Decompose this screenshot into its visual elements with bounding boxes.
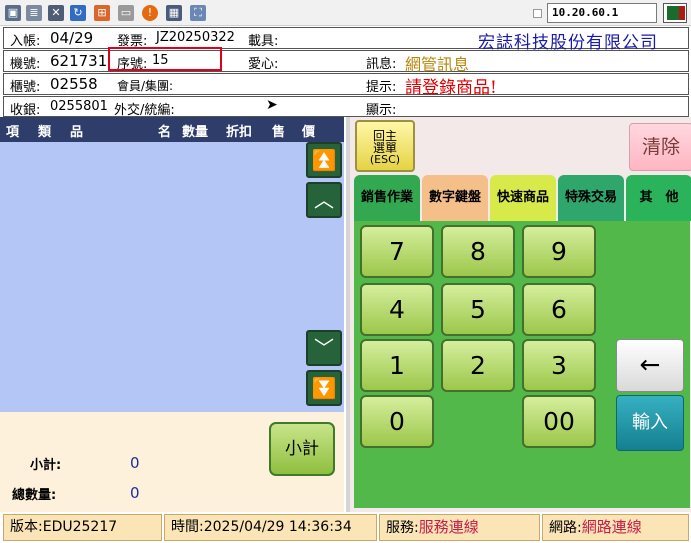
subtotal-button[interactable]: 小計 — [269, 422, 335, 476]
info-row-2: 機號: 621731 序號: 15 愛心: 訊息: 網管訊息 — [3, 50, 689, 74]
down-arrow-icon: ﹀ — [314, 336, 334, 360]
header-discount: 折扣 — [226, 125, 253, 140]
item-list-header: 項 類 品 名 數量 折扣 售 價 — [0, 117, 344, 142]
refresh-icon[interactable]: ↻ — [70, 5, 86, 21]
flag-icon — [663, 3, 687, 23]
scroll-up-button[interactable]: ︿ — [306, 182, 342, 218]
service-value: 服務連線 — [418, 518, 479, 536]
enter-button[interactable]: 輸入 — [616, 395, 684, 451]
ip-address-field[interactable]: 10.20.60.1 — [547, 3, 657, 23]
total-quantity-value: 0 — [130, 484, 140, 502]
entry-value: 04/29 — [50, 29, 94, 47]
header-price-2: 價 — [302, 125, 316, 140]
cashier-label: 收銀: — [10, 103, 41, 118]
window-icon[interactable]: ▣ — [5, 5, 21, 21]
hint-value: 請登錄商品! — [405, 78, 497, 98]
subtotal-value: 0 — [130, 454, 140, 472]
key-0[interactable]: 0 — [360, 395, 434, 448]
doc-icon[interactable]: ≣ — [26, 5, 42, 21]
invoice-value: JZ20250322 — [156, 30, 235, 45]
function-panel: 回主 選單 (ESC) 清除 銷售作業 數字鍵盤 快速商品 特殊交易 其 他 7… — [346, 117, 691, 512]
info-row-3: 櫃號: 02558 會員/集團: 提示: 請登錄商品! — [3, 73, 689, 98]
machine-value: 621731 — [50, 52, 108, 70]
backspace-button[interactable]: ← — [616, 339, 684, 392]
drive-icon[interactable]: ▭ — [118, 5, 134, 21]
function-tabs: 銷售作業 數字鍵盤 快速商品 特殊交易 其 他 — [354, 175, 691, 221]
double-down-arrow-icon: ⏬ — [311, 376, 337, 400]
machine-label: 機號: — [10, 57, 41, 72]
scroll-down-button[interactable]: ﹀ — [306, 330, 342, 366]
love-code-label: 愛心: — [248, 57, 279, 72]
summary-area: 小計: 0 總數量: 0 小計 — [0, 412, 344, 512]
main-menu-button[interactable]: 回主 選單 (ESC) — [355, 120, 415, 172]
header-quantity: 數量 — [182, 125, 209, 140]
cashier-value: 0255801 — [50, 99, 108, 114]
scroll-top-button[interactable]: ⏫ — [306, 142, 342, 178]
clear-button[interactable]: 清除 — [629, 123, 691, 171]
version-value: EDU25217 — [42, 519, 118, 535]
message-label: 訊息: — [366, 57, 397, 72]
carrier-label: 載具: — [248, 34, 279, 49]
header-category-1: 類 — [38, 125, 52, 140]
tools-icon[interactable]: ✕ — [48, 5, 64, 21]
entry-label: 入帳: — [10, 34, 41, 49]
sequence-highlight — [108, 47, 222, 71]
key-2[interactable]: 2 — [441, 339, 515, 392]
status-network: 網路:網路連線 — [542, 514, 689, 541]
message-value: 網管訊息 — [405, 55, 470, 74]
counter-label: 櫃號: — [10, 80, 41, 95]
info-row-1: 入帳: 04/29 發票: JZ20250322 載具: 宏誌科技股份有限公司 — [3, 27, 689, 53]
counter-value: 02558 — [50, 75, 98, 93]
fullscreen-icon[interactable]: ⛶ — [190, 5, 206, 21]
service-label: 服務: — [386, 520, 419, 536]
header-category-2: 品 — [70, 125, 84, 140]
display-label: 顯示: — [366, 103, 397, 118]
time-label: 時間: — [171, 519, 204, 535]
info-row-4: 收銀: 0255801 外交/統編: ➤ 顯示: — [3, 96, 689, 118]
status-time: 時間:2025/04/29 14:36:34 — [164, 514, 377, 541]
tab-other[interactable]: 其 他 — [626, 175, 691, 221]
header-price-1: 售 — [272, 125, 286, 140]
subtotal-label: 小計: — [30, 458, 62, 473]
toolbar: ▣ ≣ ✕ ↻ ⊞ ▭ ! ▦ ⛶ 10.20.60.1 — [0, 0, 691, 26]
main-menu-label-3: (ESC) — [369, 153, 401, 166]
key-6[interactable]: 6 — [522, 283, 596, 336]
key-8[interactable]: 8 — [441, 225, 515, 278]
status-service: 服務:服務連線 — [379, 514, 540, 541]
double-up-arrow-icon: ⏫ — [311, 148, 337, 172]
key-3[interactable]: 3 — [522, 339, 596, 392]
tab-quick-items[interactable]: 快速商品 — [490, 175, 556, 221]
version-label: 版本: — [10, 519, 43, 535]
list-scrollbar: ⏫ ︿ ﹀ ⏬ — [304, 142, 344, 412]
key-4[interactable]: 4 — [360, 283, 434, 336]
tab-special-transactions[interactable]: 特殊交易 — [558, 175, 624, 221]
numeric-keypad: 7 8 9 4 5 6 1 2 3 0 00 ← 輸入 — [354, 221, 690, 508]
network-label: 網路: — [549, 520, 582, 536]
scroll-bottom-button[interactable]: ⏬ — [306, 370, 342, 406]
network-value: 網路連線 — [581, 518, 642, 536]
tab-sales[interactable]: 銷售作業 — [354, 175, 420, 221]
ip-checkbox[interactable] — [533, 9, 542, 18]
status-version: 版本:EDU25217 — [3, 514, 162, 541]
time-value: 2025/04/29 14:36:34 — [203, 519, 352, 535]
hint-label: 提示: — [366, 80, 397, 95]
key-5[interactable]: 5 — [441, 283, 515, 336]
header-index: 項 — [6, 125, 20, 140]
cursor-icon: ➤ — [266, 97, 278, 113]
diplomat-label: 外交/統編: — [114, 103, 175, 118]
alert-icon[interactable]: ! — [142, 5, 158, 21]
key-1[interactable]: 1 — [360, 339, 434, 392]
header-name: 名 — [158, 125, 172, 140]
key-9[interactable]: 9 — [522, 225, 596, 278]
key-7[interactable]: 7 — [360, 225, 434, 278]
network-icon[interactable]: ▦ — [166, 5, 182, 21]
key-00[interactable]: 00 — [522, 395, 596, 448]
tab-numeric-keypad[interactable]: 數字鍵盤 — [422, 175, 488, 221]
item-list[interactable] — [0, 142, 304, 412]
windows-logo-icon[interactable]: ⊞ — [94, 5, 110, 21]
member-label: 會員/集團: — [117, 79, 174, 93]
up-arrow-icon: ︿ — [314, 188, 334, 212]
total-quantity-label: 總數量: — [12, 488, 57, 503]
